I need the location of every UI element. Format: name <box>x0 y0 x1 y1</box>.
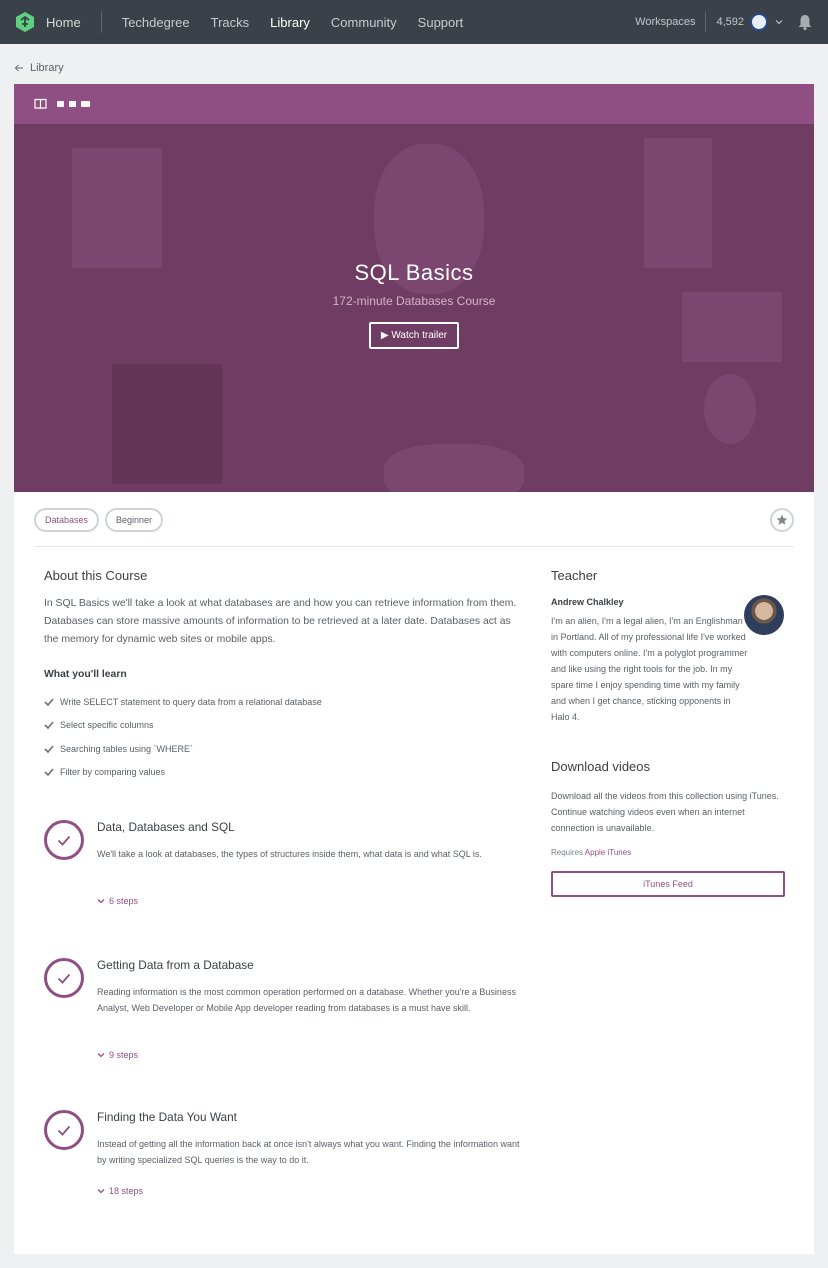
course-card: SQL Basics 172-minute Databases Course ▶… <box>14 84 814 1254</box>
teacher-heading: Teacher <box>551 568 598 583</box>
check-icon <box>44 745 54 753</box>
about-section: About this Course In SQL Basics we'll ta… <box>44 568 524 784</box>
stage-title[interactable]: Data, Databases and SQL <box>97 820 235 834</box>
chevron-down-icon[interactable] <box>774 17 784 27</box>
about-text: In SQL Basics we'll take a look at what … <box>44 598 517 645</box>
nav-right: Workspaces 4,592 <box>635 12 814 32</box>
nav-divider-right <box>705 12 707 32</box>
course-tags: Databases Beginner <box>34 508 164 532</box>
stage-steps-toggle[interactable]: 6 steps <box>97 896 138 906</box>
apple-itunes-link[interactable]: Apple iTunes <box>585 848 631 857</box>
points-count: 4,592 <box>716 16 744 28</box>
stage-title[interactable]: Finding the Data You Want <box>97 1110 237 1124</box>
book-icon[interactable] <box>34 98 47 110</box>
course-title: SQL Basics <box>354 260 474 285</box>
teacher-avatar[interactable] <box>744 595 784 635</box>
chevron-down-icon <box>97 1189 105 1194</box>
check-icon <box>44 768 54 777</box>
itunes-feed-button[interactable]: iTunes Feed <box>551 871 785 897</box>
learn-item: Searching tables using `WHERE` <box>44 737 524 761</box>
learn-item: Filter by comparing values <box>44 761 524 785</box>
nav-link-library[interactable]: Library <box>270 15 310 30</box>
download-requires: Requires Apple iTunes <box>551 848 632 857</box>
chevron-down-icon <box>97 1053 105 1058</box>
hero-banner: SQL Basics 172-minute Databases Course ▶… <box>14 124 814 492</box>
tag-databases[interactable]: Databases <box>34 508 100 532</box>
hero-bar <box>14 84 814 124</box>
bell-icon[interactable] <box>796 13 814 31</box>
stage-description: Reading information is the most common o… <box>97 987 516 1013</box>
breadcrumb[interactable]: Library <box>14 62 64 74</box>
stage-description: Instead of getting all the information b… <box>97 1139 520 1165</box>
download-heading: Download videos <box>551 759 651 774</box>
nav-link-support[interactable]: Support <box>418 15 464 30</box>
chevron-down-icon <box>97 899 105 904</box>
learn-list: Write SELECT statement to query data fro… <box>44 690 524 784</box>
treehouse-logo-icon[interactable] <box>14 11 36 33</box>
nav-link-community[interactable]: Community <box>331 15 397 30</box>
learn-item: Write SELECT statement to query data fro… <box>44 690 524 714</box>
course-subtitle: 172-minute Databases Course <box>332 294 496 308</box>
nav-link-techdegree[interactable]: Techdegree <box>122 15 190 30</box>
stage-description: We'll take a look at databases, the type… <box>97 849 482 859</box>
check-icon <box>44 721 54 730</box>
check-icon <box>44 698 54 706</box>
hero-content: SQL Basics 172-minute Databases Course ▶… <box>14 260 814 349</box>
stage-complete-icon <box>44 958 84 998</box>
bookmark-star-button[interactable] <box>770 508 794 532</box>
nav-home-link[interactable]: Home <box>46 15 81 30</box>
breadcrumb-label[interactable]: Library <box>30 62 64 74</box>
stage-steps-toggle[interactable]: 9 steps <box>97 1050 138 1060</box>
user-avatar[interactable] <box>750 13 768 31</box>
watch-trailer-button[interactable]: ▶ Watch trailer <box>368 322 460 349</box>
top-nav: Home Techdegree Tracks Library Community… <box>0 0 828 44</box>
learn-heading: What you'll learn <box>44 669 127 680</box>
arrow-left-icon <box>14 64 23 72</box>
tag-beginner[interactable]: Beginner <box>105 508 164 532</box>
sidebar: Teacher Andrew Chalkley I'm an alien, I'… <box>551 568 787 897</box>
divider <box>34 546 794 547</box>
stage-complete-icon <box>44 1110 84 1150</box>
stage-steps-toggle[interactable]: 18 steps <box>97 1186 143 1196</box>
workspaces-link[interactable]: Workspaces <box>635 16 695 28</box>
about-heading: About this Course <box>44 568 148 583</box>
stage-complete-icon <box>44 820 84 860</box>
nav-link-tracks[interactable]: Tracks <box>211 15 250 30</box>
star-icon <box>776 514 788 525</box>
stage-title[interactable]: Getting Data from a Database <box>97 958 254 972</box>
nav-divider <box>100 11 102 33</box>
teacher-bio: I'm an alien, I'm a legal alien, I'm an … <box>551 616 748 722</box>
stage-progress-dots <box>57 101 90 107</box>
download-text: Download all the videos from this collec… <box>551 791 779 833</box>
learn-item: Select specific columns <box>44 714 524 738</box>
